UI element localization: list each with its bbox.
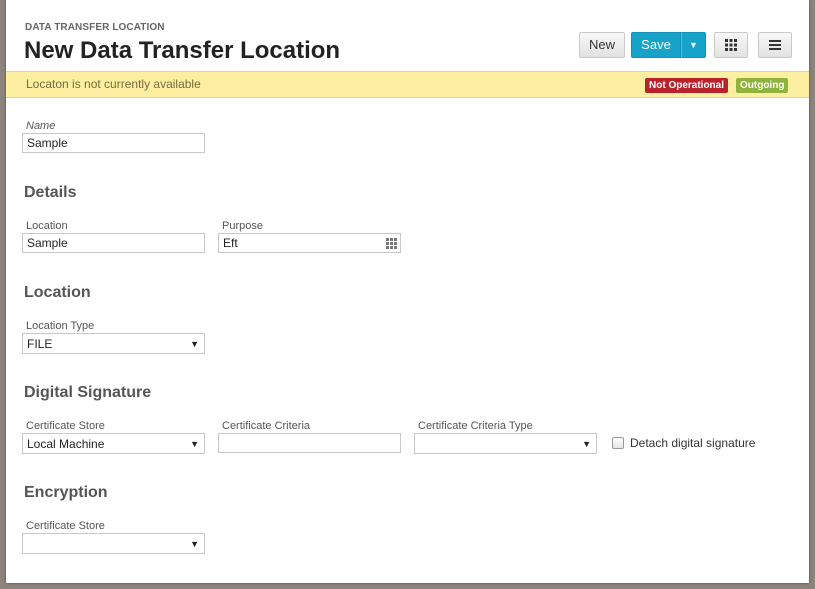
details-heading: Details	[24, 184, 77, 201]
name-input[interactable]: Sample	[22, 133, 205, 153]
location-type-select[interactable]: FILE ▼	[22, 333, 205, 354]
data-transfer-location-window: DATA TRANSFER LOCATION New Data Transfer…	[6, 0, 809, 583]
chevron-down-icon: ▼	[582, 439, 591, 449]
chevron-down-icon: ▼	[190, 439, 199, 449]
grid-icon	[725, 39, 737, 51]
digital-signature-heading: Digital Signature	[24, 384, 152, 401]
chevron-down-icon: ▼	[190, 339, 199, 349]
purpose-label: Purpose	[222, 220, 263, 232]
signature-certificate-store-value: Local Machine	[27, 437, 105, 451]
page-title: New Data Transfer Location	[24, 37, 341, 64]
certificate-criteria-label: Certificate Criteria	[222, 420, 311, 432]
location-input[interactable]: Sample	[22, 233, 205, 253]
signature-certificate-store-label: Certificate Store	[26, 420, 105, 432]
status-badge-not-operational: Not Operational	[645, 78, 729, 93]
menu-button[interactable]	[758, 32, 792, 58]
status-badge-outgoing: Outgoing	[736, 78, 789, 93]
encryption-heading: Encryption	[24, 484, 108, 501]
name-label: Name	[26, 120, 56, 132]
availability-alert: Locaton is not currently available Not O…	[6, 71, 809, 98]
location-type-value: FILE	[27, 337, 53, 351]
certificate-criteria-type-select[interactable]: ▼	[414, 433, 597, 454]
detach-signature-label[interactable]: Detach digital signature	[630, 436, 755, 450]
chevron-down-icon: ▼	[190, 539, 199, 549]
save-dropdown-button[interactable]: ▼	[681, 32, 706, 58]
purpose-value: Eft	[223, 236, 238, 250]
location-label: Location	[26, 220, 68, 232]
encryption-certificate-store-select[interactable]: ▼	[22, 533, 205, 554]
encryption-certificate-store-label: Certificate Store	[26, 520, 105, 532]
certificate-criteria-type-label: Certificate Criteria Type	[418, 420, 533, 432]
certificate-criteria-input[interactable]	[218, 433, 401, 453]
signature-certificate-store-select[interactable]: Local Machine ▼	[22, 433, 205, 454]
alert-message: Locaton is not currently available	[26, 77, 201, 91]
purpose-input[interactable]: Eft	[218, 233, 401, 253]
new-button[interactable]: New	[579, 32, 625, 58]
lookup-grid-icon[interactable]	[386, 238, 397, 249]
hamburger-menu-icon	[769, 40, 781, 50]
caret-down-icon: ▼	[689, 40, 698, 50]
location-heading: Location	[24, 284, 91, 301]
grid-view-button[interactable]	[714, 32, 748, 58]
save-button[interactable]: Save	[631, 32, 681, 58]
location-type-label: Location Type	[26, 320, 95, 332]
page-header: DATA TRANSFER LOCATION New Data Transfer…	[6, 0, 809, 71]
detach-signature-checkbox[interactable]	[612, 437, 624, 449]
breadcrumb: DATA TRANSFER LOCATION	[25, 22, 165, 33]
